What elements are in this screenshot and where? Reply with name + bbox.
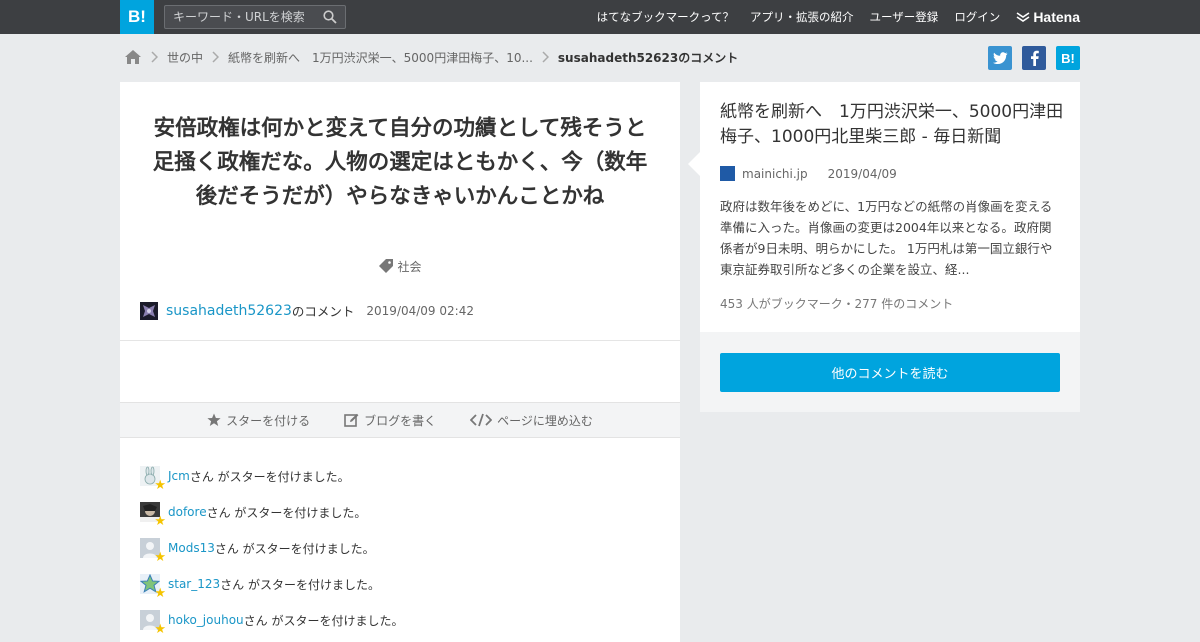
hatena-brand-label: Hatena [1033, 9, 1080, 25]
article-card: 紙幣を刷新へ 1万円渋沢栄一、5000円津田梅子、1000円北里柴三郎 - 毎日… [688, 82, 1080, 332]
avatar[interactable]: ★ [140, 538, 166, 564]
breadcrumb-entry[interactable]: 紙幣を刷新へ 1万円渋沢栄一、5000円津田梅子、10... [228, 49, 533, 66]
search-box [164, 5, 346, 29]
comment-text: 安倍政権は何かと変えて自分の功績として残そうと足掻く政権だな。人物の選定はともか… [152, 116, 648, 209]
star-text: さん がスターを付けました。 [220, 577, 380, 592]
twitter-icon [992, 52, 1007, 64]
action-bar: スターを付ける ブログを書く ページに埋め込む [120, 402, 680, 438]
nav-login[interactable]: ログイン [954, 9, 1000, 25]
tag-icon [378, 258, 394, 276]
add-star-button[interactable]: スターを付ける [207, 412, 310, 429]
hatena-logo-icon [1016, 12, 1030, 22]
code-icon [470, 413, 493, 427]
avatar[interactable]: ★ [140, 466, 166, 492]
twitter-share-button[interactable] [988, 46, 1012, 70]
star-user-link[interactable]: Mods13 [168, 541, 215, 555]
star-row: ★ star_123 さん がスターを付けました。 [139, 566, 403, 602]
nav-about[interactable]: はてなブックマークって？ [597, 9, 734, 25]
breadcrumb: 世の中 紙幣を刷新へ 1万円渋沢栄一、5000円津田梅子、10... susah… [124, 46, 738, 68]
facebook-icon [1030, 50, 1039, 66]
home-icon[interactable] [124, 49, 142, 65]
star-icon: ★ [154, 478, 166, 493]
breadcrumb-current: susahadeth52623のコメント [557, 50, 739, 65]
article-date: 2019/04/09 [827, 166, 897, 181]
avatar[interactable] [140, 301, 158, 320]
nav-register[interactable]: ユーザー登録 [870, 9, 939, 25]
chevron-right-icon [542, 51, 549, 63]
star-user-link[interactable]: Jcm [168, 469, 190, 483]
star-list: ★ Jcm さん がスターを付けました。 ★ dofore さん がスターを付けまし… [139, 458, 403, 638]
star-row: ★ dofore さん がスターを付けました。 [140, 494, 403, 530]
star-user-link[interactable]: hoko_jouhou [168, 613, 244, 627]
comment-date[interactable]: 2019/04/09 02:42 [366, 304, 474, 318]
star-row: ★ hoko_jouhou さん がスターを付けました。 [140, 602, 403, 638]
comment-suffix: のコメント [291, 304, 355, 319]
star-text: さん がスターを付けました。 [189, 469, 350, 484]
embed-label: ページに埋め込む [497, 413, 593, 428]
tag-link[interactable]: 社会 [397, 260, 421, 274]
embed-button[interactable]: ページに埋め込む [470, 412, 593, 429]
star-user-link[interactable]: dofore [168, 505, 207, 519]
star-row: ★ Jcm さん がスターを付けました。 [140, 458, 403, 494]
avatar[interactable]: ★ [139, 573, 166, 600]
article-source: mainichi.jp 2019/04/09 [720, 166, 897, 181]
divider [120, 340, 680, 341]
star-icon: ★ [154, 514, 166, 529]
star-row: ★ Mods13 さん がスターを付けました。 [140, 530, 403, 566]
edit-icon [344, 413, 359, 427]
add-star-label: スターを付ける [226, 413, 311, 428]
bookmark-counts[interactable]: 453 人がブックマーク・277 件のコメント [720, 295, 953, 312]
search-input[interactable] [165, 6, 315, 28]
write-blog-button[interactable]: ブログを書く [344, 412, 436, 429]
breadcrumb-category[interactable]: 世の中 [167, 49, 203, 66]
share-buttons: B! [978, 46, 1080, 70]
top-bar: B! はてなブックマークって？ アプリ・拡張の紹介 ユーザー登録 ログイン Ha… [0, 0, 1200, 34]
facebook-share-button[interactable] [1022, 46, 1046, 70]
top-nav: はてなブックマークって？ アプリ・拡張の紹介 ユーザー登録 ログイン Haten… [581, 0, 1080, 34]
avatar[interactable]: ★ [140, 502, 166, 528]
source-domain[interactable]: mainichi.jp [742, 167, 808, 181]
chevron-right-icon [212, 51, 220, 63]
hatena-bookmark-share-button[interactable]: B! [1056, 46, 1080, 70]
comment-username[interactable]: susahadeth52623 [166, 303, 292, 319]
star-text: さん がスターを付けました。 [206, 505, 367, 520]
hatena-bookmark-logo[interactable]: B! [120, 0, 154, 34]
comment-meta: susahadeth52623 のコメント 2019/04/09 02:42 [140, 301, 474, 320]
nav-apps[interactable]: アプリ・拡張の紹介 [750, 9, 854, 25]
star-icon: ★ [154, 586, 166, 601]
star-user-link[interactable]: star_123 [168, 577, 220, 591]
tag-row: 社会 [120, 258, 680, 276]
article-summary: 政府は数年後をめどに、1万円などの紙幣の肖像画を変える準備に入った。肖像画の変更… [720, 199, 1053, 277]
comment-card: 安倍政権は何かと変えて自分の功績として残そうと足掻く政権だな。人物の選定はともか… [120, 82, 680, 642]
star-text: さん がスターを付けました。 [243, 613, 404, 628]
star-text: さん がスターを付けました。 [214, 541, 375, 556]
avatar[interactable]: ★ [140, 610, 166, 636]
star-icon: ★ [154, 550, 166, 565]
star-icon [207, 413, 221, 426]
search-icon[interactable] [323, 10, 337, 24]
mainichi-favicon-icon [720, 166, 735, 181]
chevron-right-icon [151, 51, 158, 63]
read-comments-button[interactable]: 他のコメントを読む [720, 353, 1060, 392]
hatena-brand[interactable]: Hatena [1016, 9, 1080, 25]
write-blog-label: ブログを書く [364, 413, 437, 428]
article-panel: 紙幣を刷新へ 1万円渋沢栄一、5000円津田梅子、1000円北里柴三郎 - 毎日… [688, 82, 1080, 412]
article-title[interactable]: 紙幣を刷新へ 1万円渋沢栄一、5000円津田梅子、1000円北里柴三郎 - 毎日… [720, 100, 1065, 150]
